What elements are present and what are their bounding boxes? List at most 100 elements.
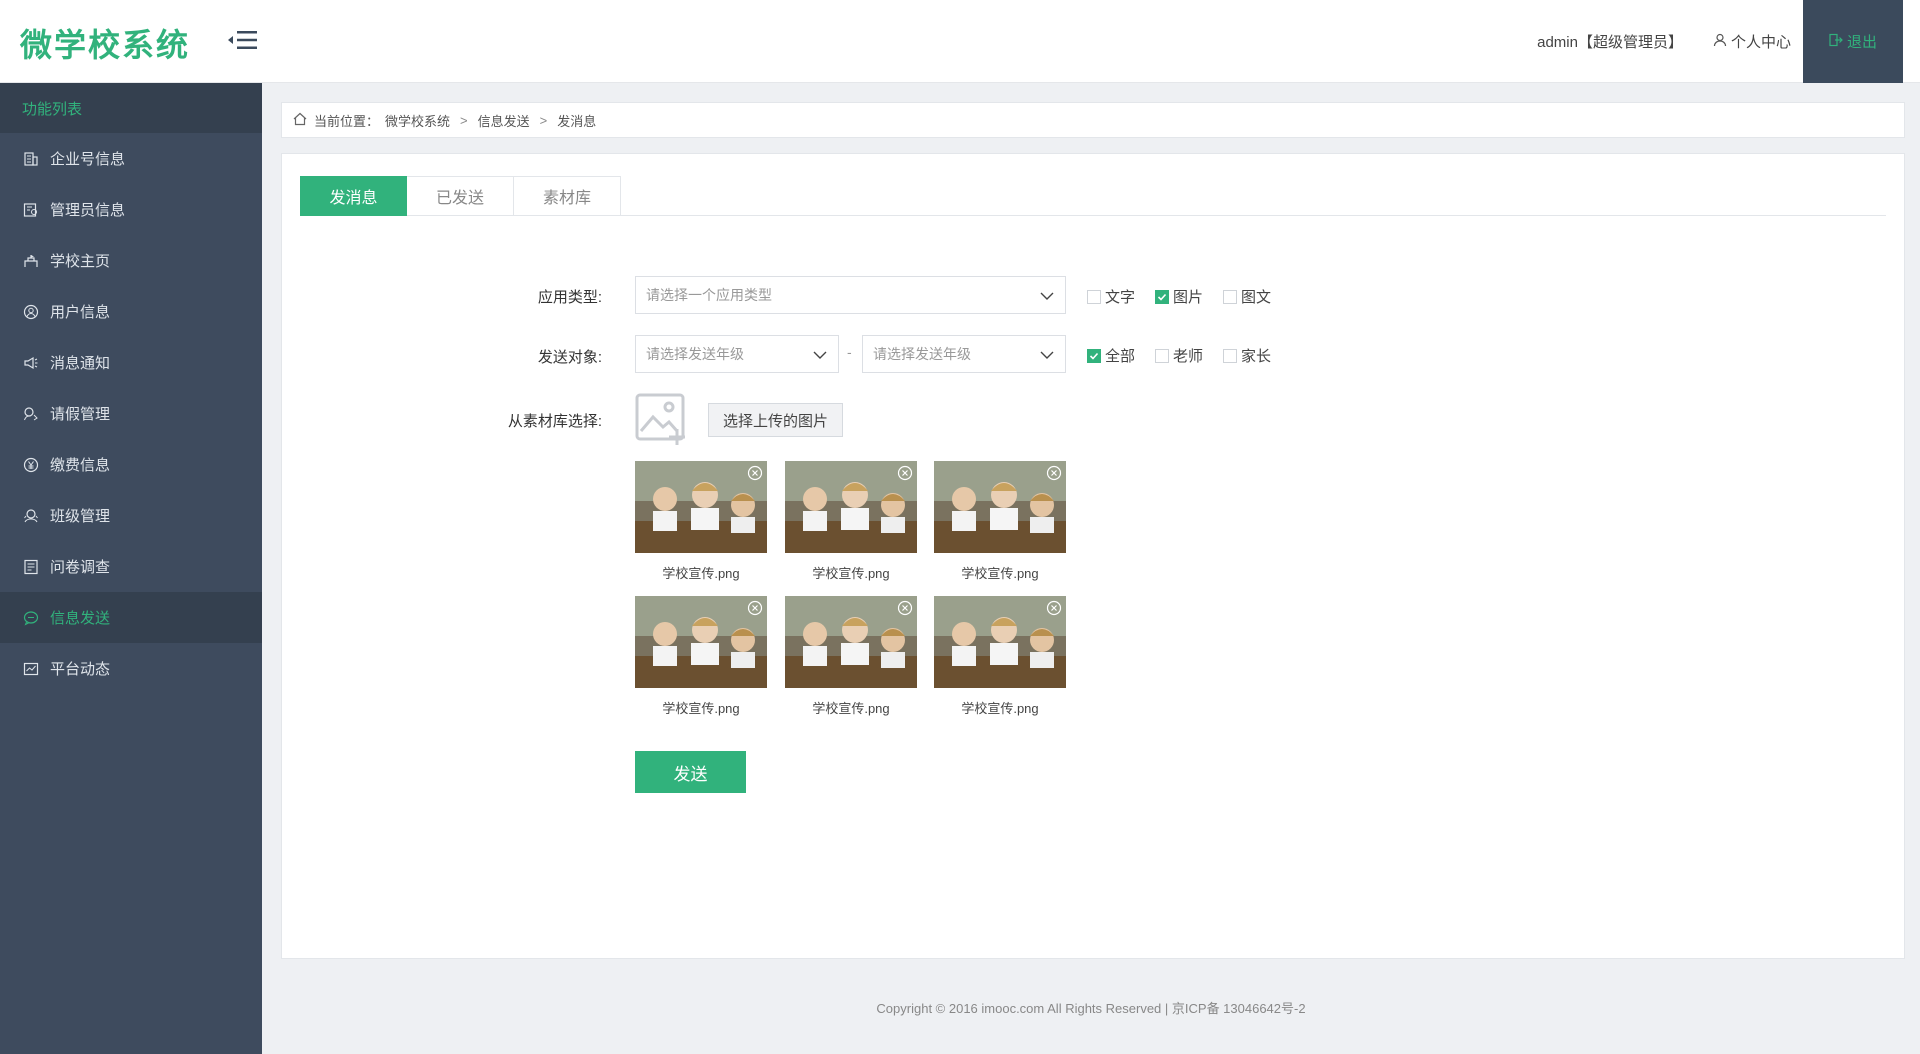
library-label: 从素材库选择: — [507, 413, 602, 430]
grade-placeholder: 请选择发送年级 — [873, 346, 971, 362]
school-icon — [22, 252, 40, 270]
school-photo — [934, 596, 1066, 688]
grade-select-start[interactable]: 请选择发送年级 — [635, 335, 839, 373]
sidebar-item-message-send[interactable]: 信息发送 — [0, 592, 262, 643]
school-photo — [934, 461, 1066, 553]
chat-icon — [22, 609, 40, 627]
school-photo — [635, 461, 767, 553]
header-right: admin【超级管理员】 个人中心 退出 — [1537, 0, 1920, 83]
user-icon — [1713, 33, 1727, 51]
remove-image-icon[interactable] — [747, 465, 763, 481]
app-type-select[interactable]: 请选择一个应用类型 — [635, 276, 1066, 314]
tab-library[interactable]: 素材库 — [514, 176, 621, 216]
tab-bar: 发消息 已发送 素材库 — [300, 176, 1886, 216]
sidebar: 功能列表 企业号信息 管理员信息 学校主页 用户信息 消息通知 请假管理 缴费信… — [0, 83, 262, 1054]
app-logo[interactable]: 微学校系统 — [20, 20, 190, 66]
image-thumbnail[interactable]: 学校宣传.png — [635, 596, 767, 717]
speaker-icon — [22, 354, 40, 372]
breadcrumb: 当前位置： 微学校系统 > 信息发送 > 发消息 — [281, 102, 1905, 138]
image-thumbnail[interactable]: 学校宣传.png — [635, 461, 767, 582]
sidebar-item-label: 请假管理 — [50, 406, 111, 423]
checkbox-label: 老师 — [1173, 348, 1204, 365]
checkbox-label: 图文 — [1241, 289, 1272, 306]
checkbox-label: 家长 — [1241, 348, 1272, 365]
image-filename: 学校宣传.png — [662, 701, 740, 716]
sidebar-item-label: 学校主页 — [50, 253, 111, 270]
checkbox-label: 文字 — [1105, 289, 1136, 306]
image-add-icon[interactable] — [635, 393, 689, 447]
checkbox-box-checked — [1087, 348, 1101, 363]
leave-icon — [22, 405, 40, 423]
class-icon — [22, 507, 40, 525]
grade-select-end[interactable]: 请选择发送年级 — [862, 335, 1066, 373]
tab-sent[interactable]: 已发送 — [407, 176, 514, 216]
image-thumbnail[interactable]: 学校宣传.png — [934, 461, 1066, 582]
checkbox-teacher[interactable]: 老师 — [1155, 345, 1203, 366]
logout-label: 退出 — [1846, 34, 1877, 51]
remove-image-icon[interactable] — [897, 465, 913, 481]
breadcrumb-item[interactable]: 微学校系统 — [385, 111, 450, 130]
sidebar-item-class[interactable]: 班级管理 — [0, 490, 262, 541]
remove-image-icon[interactable] — [897, 600, 913, 616]
sidebar-item-label: 用户信息 — [50, 304, 111, 321]
image-filename: 学校宣传.png — [961, 701, 1039, 716]
remove-image-icon[interactable] — [1046, 600, 1062, 616]
breadcrumb-separator: > — [460, 112, 468, 128]
school-photo — [785, 461, 917, 553]
image-thumbnail[interactable]: 学校宣传.png — [785, 461, 917, 582]
app-type-placeholder: 请选择一个应用类型 — [646, 287, 772, 303]
checkbox-box — [1087, 289, 1101, 304]
breadcrumb-separator: > — [539, 112, 548, 128]
logout-icon — [1829, 33, 1843, 51]
menu-toggle-icon[interactable] — [226, 28, 266, 56]
sidebar-item-admin[interactable]: 管理员信息 — [0, 184, 262, 235]
school-photo — [635, 596, 767, 688]
image-thumbnail[interactable]: 学校宣传.png — [934, 596, 1066, 717]
sidebar-item-label: 班级管理 — [50, 508, 111, 525]
checkbox-parent[interactable]: 家长 — [1223, 345, 1271, 366]
range-dash: - — [847, 344, 852, 360]
sidebar-item-leave[interactable]: 请假管理 — [0, 388, 262, 439]
sidebar-item-school-home[interactable]: 学校主页 — [0, 235, 262, 286]
image-filename: 学校宣传.png — [812, 701, 890, 716]
sidebar-item-label: 缴费信息 — [50, 457, 111, 474]
logout-button[interactable]: 退出 — [1803, 0, 1903, 83]
send-button[interactable]: 发送 — [635, 751, 746, 793]
sidebar-item-users[interactable]: 用户信息 — [0, 286, 262, 337]
sidebar-item-payment[interactable]: 缴费信息 — [0, 439, 262, 490]
school-photo — [785, 596, 917, 688]
checkbox-image-text[interactable]: 图文 — [1223, 286, 1271, 307]
image-filename: 学校宣传.png — [812, 566, 890, 581]
admin-card-icon — [22, 201, 40, 219]
remove-image-icon[interactable] — [1046, 465, 1062, 481]
tab-send-message[interactable]: 发消息 — [300, 176, 407, 216]
select-uploaded-image-button[interactable]: 选择上传的图片 — [708, 403, 844, 437]
checkbox-text[interactable]: 文字 — [1087, 286, 1135, 307]
user-circle-icon — [22, 303, 40, 321]
chevron-down-icon — [1039, 288, 1055, 304]
checkbox-box — [1155, 348, 1170, 363]
checkbox-box — [1223, 289, 1238, 304]
sidebar-item-platform-news[interactable]: 平台动态 — [0, 643, 262, 694]
yen-icon — [22, 456, 40, 474]
app-type-label: 应用类型: — [537, 289, 602, 306]
checkbox-image[interactable]: 图片 — [1155, 286, 1203, 307]
checkbox-label: 图片 — [1173, 289, 1204, 306]
remove-image-icon[interactable] — [747, 600, 763, 616]
user-center-link[interactable]: 个人中心 — [1713, 31, 1791, 52]
sidebar-title: 功能列表 — [0, 83, 262, 133]
chevron-down-icon — [812, 347, 828, 363]
image-filename: 学校宣传.png — [662, 566, 740, 581]
sidebar-item-notifications[interactable]: 消息通知 — [0, 337, 262, 388]
sidebar-item-label: 平台动态 — [50, 661, 111, 678]
target-label: 发送对象: — [537, 349, 602, 366]
sidebar-item-company[interactable]: 企业号信息 — [0, 133, 262, 184]
checkbox-all[interactable]: 全部 — [1087, 345, 1135, 366]
checkbox-box-checked — [1155, 289, 1170, 304]
sidebar-item-survey[interactable]: 问卷调查 — [0, 541, 262, 592]
sidebar-item-label: 问卷调查 — [50, 559, 111, 576]
breadcrumb-item[interactable]: 信息发送 — [478, 111, 530, 130]
image-thumbnail[interactable]: 学校宣传.png — [785, 596, 917, 717]
home-icon[interactable] — [292, 111, 308, 130]
user-center-label: 个人中心 — [1730, 34, 1791, 51]
